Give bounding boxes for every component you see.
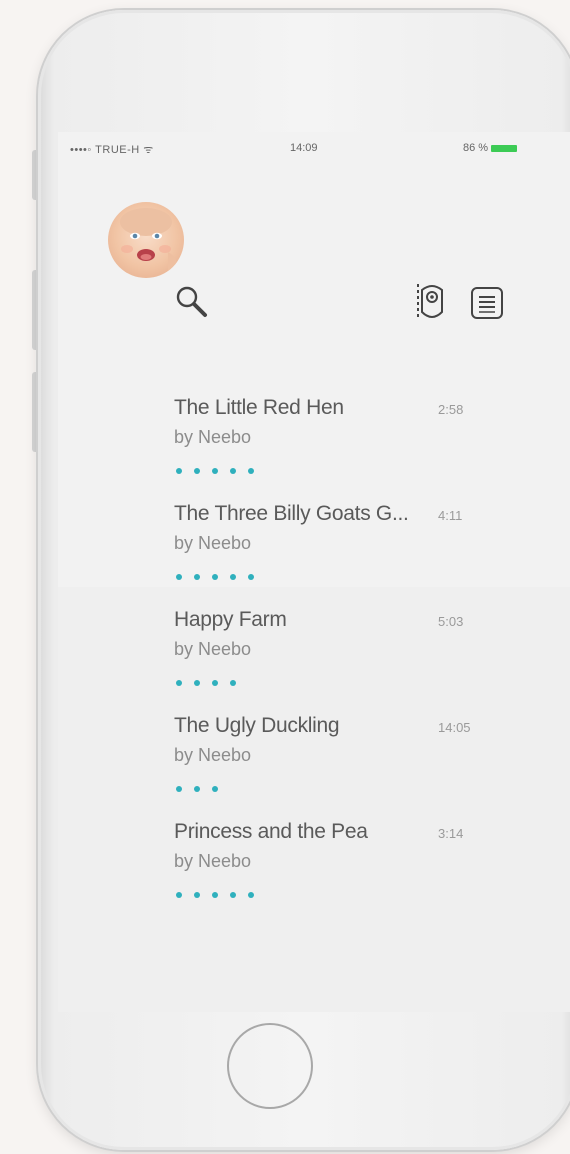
rating-dot — [212, 892, 218, 898]
search-button[interactable] — [172, 282, 212, 322]
story-duration: 3:14 — [438, 826, 464, 841]
rating-dot — [194, 574, 200, 580]
rating-dot — [230, 892, 236, 898]
status-bar: ••••◦ TRUE-H ᯤ 14:09 86 % — [58, 140, 558, 160]
story-duration: 5:03 — [438, 614, 464, 629]
remote-control-icon — [417, 284, 443, 320]
story-title: Happy Farm — [174, 608, 287, 631]
rating-dot — [194, 468, 200, 474]
story-duration: 2:58 — [438, 402, 464, 417]
rating-dot — [248, 574, 254, 580]
rating-dot — [176, 786, 182, 792]
rating-dot — [176, 680, 182, 686]
list-item[interactable]: The Three Billy Goats G... by Neebo 4:11 — [174, 502, 494, 608]
search-icon — [176, 286, 207, 317]
story-rating — [176, 468, 266, 478]
story-duration: 4:11 — [438, 508, 463, 523]
baby-face-avatar — [120, 208, 178, 272]
story-author: by Neebo — [174, 533, 252, 553]
rating-dot — [212, 786, 218, 792]
home-button[interactable] — [227, 1023, 313, 1109]
story-author: by Neebo — [174, 427, 252, 447]
rating-dot — [176, 574, 182, 580]
list-item[interactable]: Happy Farm by Neebo 5:03 — [174, 608, 494, 714]
story-rating — [176, 680, 248, 690]
battery-percent: 86 % — [463, 142, 489, 154]
list-menu-icon — [471, 287, 503, 319]
story-title: Princess and the Pea — [174, 820, 368, 843]
story-title: The Ugly Duckling — [174, 714, 340, 737]
rating-dot — [230, 680, 236, 686]
story-title: The Little Red Hen — [174, 396, 344, 419]
rating-dot — [248, 892, 254, 898]
story-author: by Neebo — [174, 745, 252, 765]
rating-dot — [212, 680, 218, 686]
rating-dot — [230, 574, 236, 580]
list-item[interactable]: The Little Red Hen by Neebo 2:58 — [174, 396, 494, 502]
story-rating — [176, 786, 230, 796]
rating-dot — [176, 892, 182, 898]
list-item[interactable]: Princess and the Pea by Neebo 3:14 — [174, 820, 494, 926]
story-rating — [176, 892, 266, 902]
status-time: 14:09 — [290, 142, 318, 154]
rating-dot — [194, 892, 200, 898]
rating-dot — [230, 468, 236, 474]
avatar[interactable] — [108, 202, 184, 278]
rating-dot — [212, 574, 218, 580]
battery-icon — [491, 144, 518, 152]
story-author: by Neebo — [174, 639, 252, 659]
story-title: The Three Billy Goats G... — [174, 502, 409, 525]
menu-button[interactable] — [468, 284, 508, 322]
carrier-signal: ••••◦ TRUE-H ᯤ — [70, 144, 154, 156]
story-list: The Little Red Hen by Neebo 2:58 The Thr… — [174, 396, 494, 926]
rating-dot — [194, 680, 200, 686]
rating-dot — [248, 468, 254, 474]
stage: ••••◦ TRUE-H ᯤ 14:09 86 % The Little Red… — [0, 0, 570, 1154]
list-item[interactable]: The Ugly Duckling by Neebo 14:05 — [174, 714, 494, 820]
rating-dot — [212, 468, 218, 474]
battery-status: 86 % — [463, 142, 518, 154]
app-screen: ••••◦ TRUE-H ᯤ 14:09 86 % The Little Red… — [58, 132, 570, 1012]
story-duration: 14:05 — [438, 720, 471, 735]
rating-dot — [176, 468, 182, 474]
remote-control-button[interactable] — [412, 280, 452, 324]
story-author: by Neebo — [174, 851, 252, 871]
story-rating — [176, 574, 266, 584]
rating-dot — [194, 786, 200, 792]
